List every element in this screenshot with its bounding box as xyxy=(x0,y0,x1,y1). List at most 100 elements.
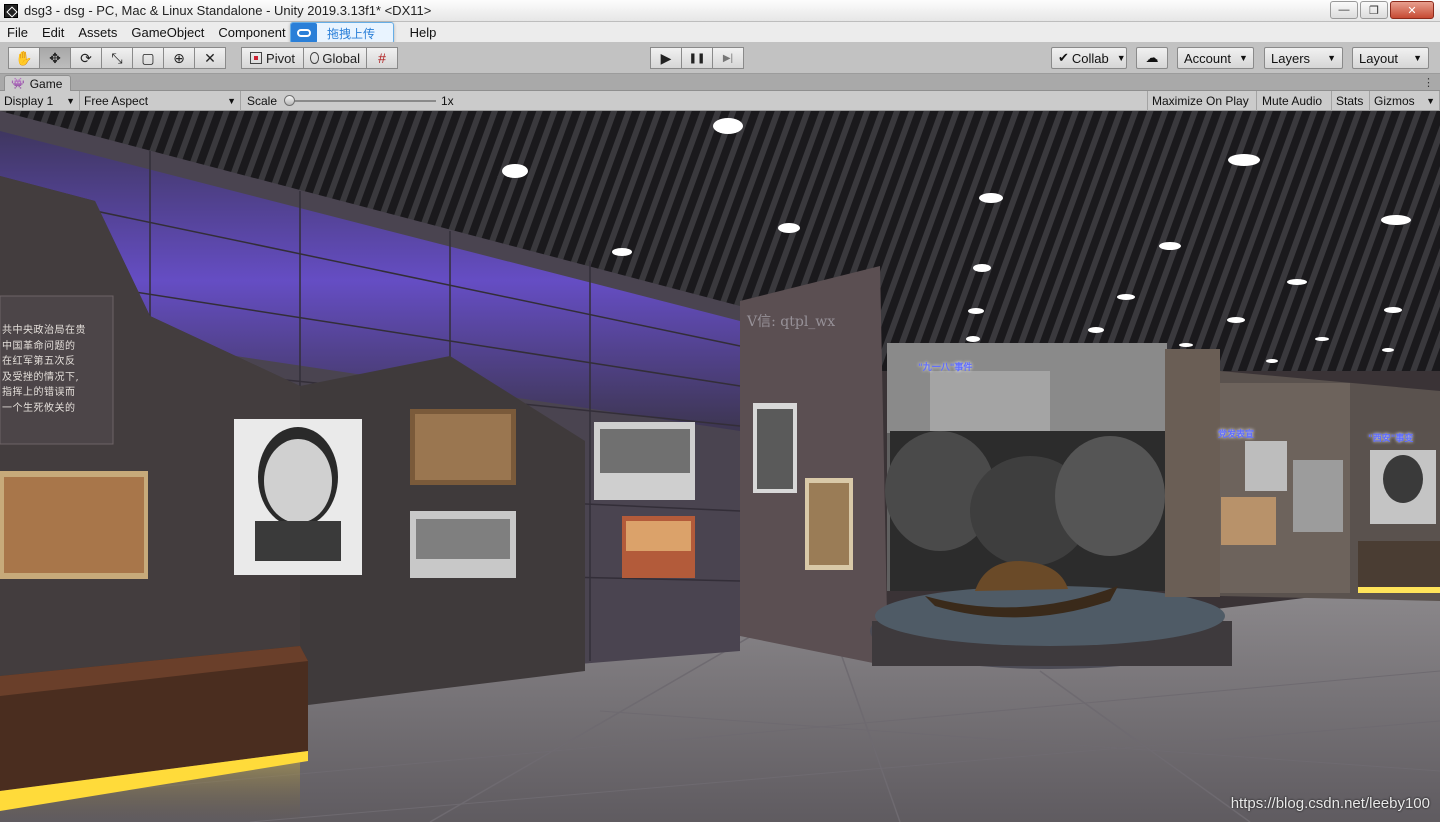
photo-title: "九一八"事件 xyxy=(918,363,973,373)
layers-dropdown[interactable]: Layers ▼ xyxy=(1264,47,1343,69)
pivot-label: Pivot xyxy=(266,50,295,66)
transform-tools: ✋ ✥ ⟳ ⤡ ▢ ⊕ ✕ xyxy=(8,47,226,69)
main-toolbar: ✋ ✥ ⟳ ⤡ ▢ ⊕ ✕ Pivot Global # ▶ ❚❚ ▶| ✔ C… xyxy=(0,42,1440,74)
layout-dropdown[interactable]: Layout ▼ xyxy=(1352,47,1429,69)
global-label: Global xyxy=(322,50,360,66)
chevron-down-icon: ▼ xyxy=(1413,53,1422,63)
tools-icon: ✕ xyxy=(204,49,216,66)
game-viewport[interactable]: 共中央政治局在贵 中国革命问题的 在红军第五次反 及受挫的情况下, 指挥上的错误… xyxy=(0,111,1440,822)
layers-label: Layers xyxy=(1271,50,1311,66)
account-label: Account xyxy=(1184,50,1231,66)
check-icon: ✔ xyxy=(1058,50,1069,65)
cloud-button[interactable]: ☁ xyxy=(1136,47,1168,69)
rotate-icon: ⟳ xyxy=(80,49,92,66)
scale-icon: ⤡ xyxy=(111,49,123,66)
cloud-upload-icon xyxy=(291,23,317,43)
unity-logo-icon xyxy=(4,3,18,18)
maximize-label: Maximize On Play xyxy=(1152,94,1249,108)
mute-audio-toggle[interactable]: Mute Audio xyxy=(1258,91,1332,111)
hand-tool-button[interactable]: ✋ xyxy=(8,47,40,69)
scale-tool-button[interactable]: ⤡ xyxy=(101,47,133,69)
tab-game[interactable]: 👾 Game xyxy=(4,75,72,91)
scale-value: 1x xyxy=(441,94,454,108)
tab-game-label: Game xyxy=(29,76,63,91)
upload-popup-label: 拖拽上传 xyxy=(327,26,376,41)
global-toggle[interactable]: Global xyxy=(303,47,367,69)
aspect-dropdown[interactable]: Free Aspect ▼ xyxy=(80,91,241,111)
menu-file[interactable]: File xyxy=(0,25,35,40)
move-icon: ✥ xyxy=(49,49,61,66)
chevron-down-icon: ▼ xyxy=(66,96,75,106)
play-controls: ▶ ❚❚ ▶| xyxy=(650,47,744,69)
step-button[interactable]: ▶| xyxy=(712,47,744,69)
gizmos-dropdown[interactable]: Gizmos ▼ xyxy=(1370,91,1440,111)
globe-icon xyxy=(310,52,320,64)
menu-help[interactable]: Help xyxy=(403,25,444,40)
mute-label: Mute Audio xyxy=(1262,94,1323,108)
wall-text-line: 共中央政治局在贵 xyxy=(2,325,86,336)
handle-toggles: Pivot Global # xyxy=(241,47,398,69)
menu-icon[interactable]: ⋮ xyxy=(1423,76,1434,89)
grid-snap-button[interactable]: # xyxy=(366,47,398,69)
display-dropdown[interactable]: Display 1 ▼ xyxy=(0,91,80,111)
pivot-icon xyxy=(250,52,263,64)
menu-edit[interactable]: Edit xyxy=(35,25,71,40)
wall-text-line: 中国革命问题的 xyxy=(2,340,76,352)
wechat-watermark: V信: qtpl_wx xyxy=(747,314,836,330)
play-button[interactable]: ▶ xyxy=(650,47,682,69)
display-label: Display 1 xyxy=(4,94,54,108)
cloud-icon: ☁ xyxy=(1145,50,1159,65)
scene-render xyxy=(0,111,1440,822)
game-icon: 👾 xyxy=(11,78,25,90)
tab-bar: 👾 Game ⋮ xyxy=(0,74,1440,91)
restore-button[interactable]: ❐ xyxy=(1360,1,1388,19)
move-tool-button[interactable]: ✥ xyxy=(39,47,71,69)
collab-label: Collab xyxy=(1071,50,1109,66)
grid-icon: # xyxy=(378,50,386,66)
close-button[interactable]: ✕ xyxy=(1390,1,1434,19)
wall-text-line: 在红军第五次反 xyxy=(2,356,76,367)
transform-icon: ⊕ xyxy=(173,49,185,66)
custom-tool-button[interactable]: ✕ xyxy=(194,47,226,69)
scale-slider-track[interactable] xyxy=(290,100,436,102)
wall-text-board: 共中央政治局在贵 中国革命问题的 在红军第五次反 及受挫的情况下, 指挥上的错误… xyxy=(2,323,112,416)
chevron-down-icon: ▼ xyxy=(227,96,236,106)
stats-label: Stats xyxy=(1336,94,1364,108)
transform-tool-button[interactable]: ⊕ xyxy=(163,47,195,69)
minimize-button[interactable]: — xyxy=(1330,1,1358,19)
hand-icon: ✋ xyxy=(15,49,33,66)
gizmos-label: Gizmos xyxy=(1374,94,1415,108)
upload-popup[interactable]: 拖拽上传 xyxy=(290,22,394,44)
wall-text-line: 指挥上的错误而 xyxy=(2,387,76,398)
scale-label: Scale xyxy=(247,94,278,108)
title-bar: dsg3 - dsg - PC, Mac & Linux Standalone … xyxy=(0,0,1440,22)
layout-label: Layout xyxy=(1359,50,1399,66)
right-panel-title: 党发表宣 xyxy=(1218,430,1255,440)
far-right-panel-title: "西安"事变 xyxy=(1368,434,1414,444)
menu-bar: File Edit Assets GameObject Component He… xyxy=(0,22,1440,42)
rect-tool-button[interactable]: ▢ xyxy=(132,47,164,69)
menu-gameobject[interactable]: GameObject xyxy=(124,25,211,40)
pivot-toggle[interactable]: Pivot xyxy=(241,47,304,69)
menu-assets[interactable]: Assets xyxy=(71,25,124,40)
window-controls: — ❐ ✕ xyxy=(1330,1,1434,19)
aspect-label: Free Aspect xyxy=(84,94,149,108)
menu-component[interactable]: Component xyxy=(211,25,292,40)
maximize-on-play-toggle[interactable]: Maximize On Play xyxy=(1147,91,1257,111)
pause-icon: ❚❚ xyxy=(688,52,706,64)
rotate-tool-button[interactable]: ⟳ xyxy=(70,47,102,69)
scale-slider-thumb[interactable] xyxy=(284,95,295,106)
game-view-toolbar: Display 1 ▼ Free Aspect ▼ Scale 1x Maxim… xyxy=(0,91,1440,111)
account-dropdown[interactable]: Account ▼ xyxy=(1177,47,1254,69)
chevron-down-icon: ▼ xyxy=(1116,53,1126,63)
url-watermark: https://blog.csdn.net/leeby100 xyxy=(1230,795,1430,812)
wall-text-line: 一个生死攸关的 xyxy=(2,402,76,414)
stats-toggle[interactable]: Stats xyxy=(1332,91,1370,111)
chevron-down-icon: ▼ xyxy=(1238,53,1248,63)
collab-dropdown[interactable]: ✔ Collab ▼ xyxy=(1051,47,1127,69)
chevron-down-icon: ▼ xyxy=(1327,53,1336,63)
wall-text-line: 及受挫的情况下, xyxy=(2,371,80,383)
chevron-down-icon: ▼ xyxy=(1426,96,1435,106)
rect-icon: ▢ xyxy=(141,49,155,66)
pause-button[interactable]: ❚❚ xyxy=(681,47,713,69)
